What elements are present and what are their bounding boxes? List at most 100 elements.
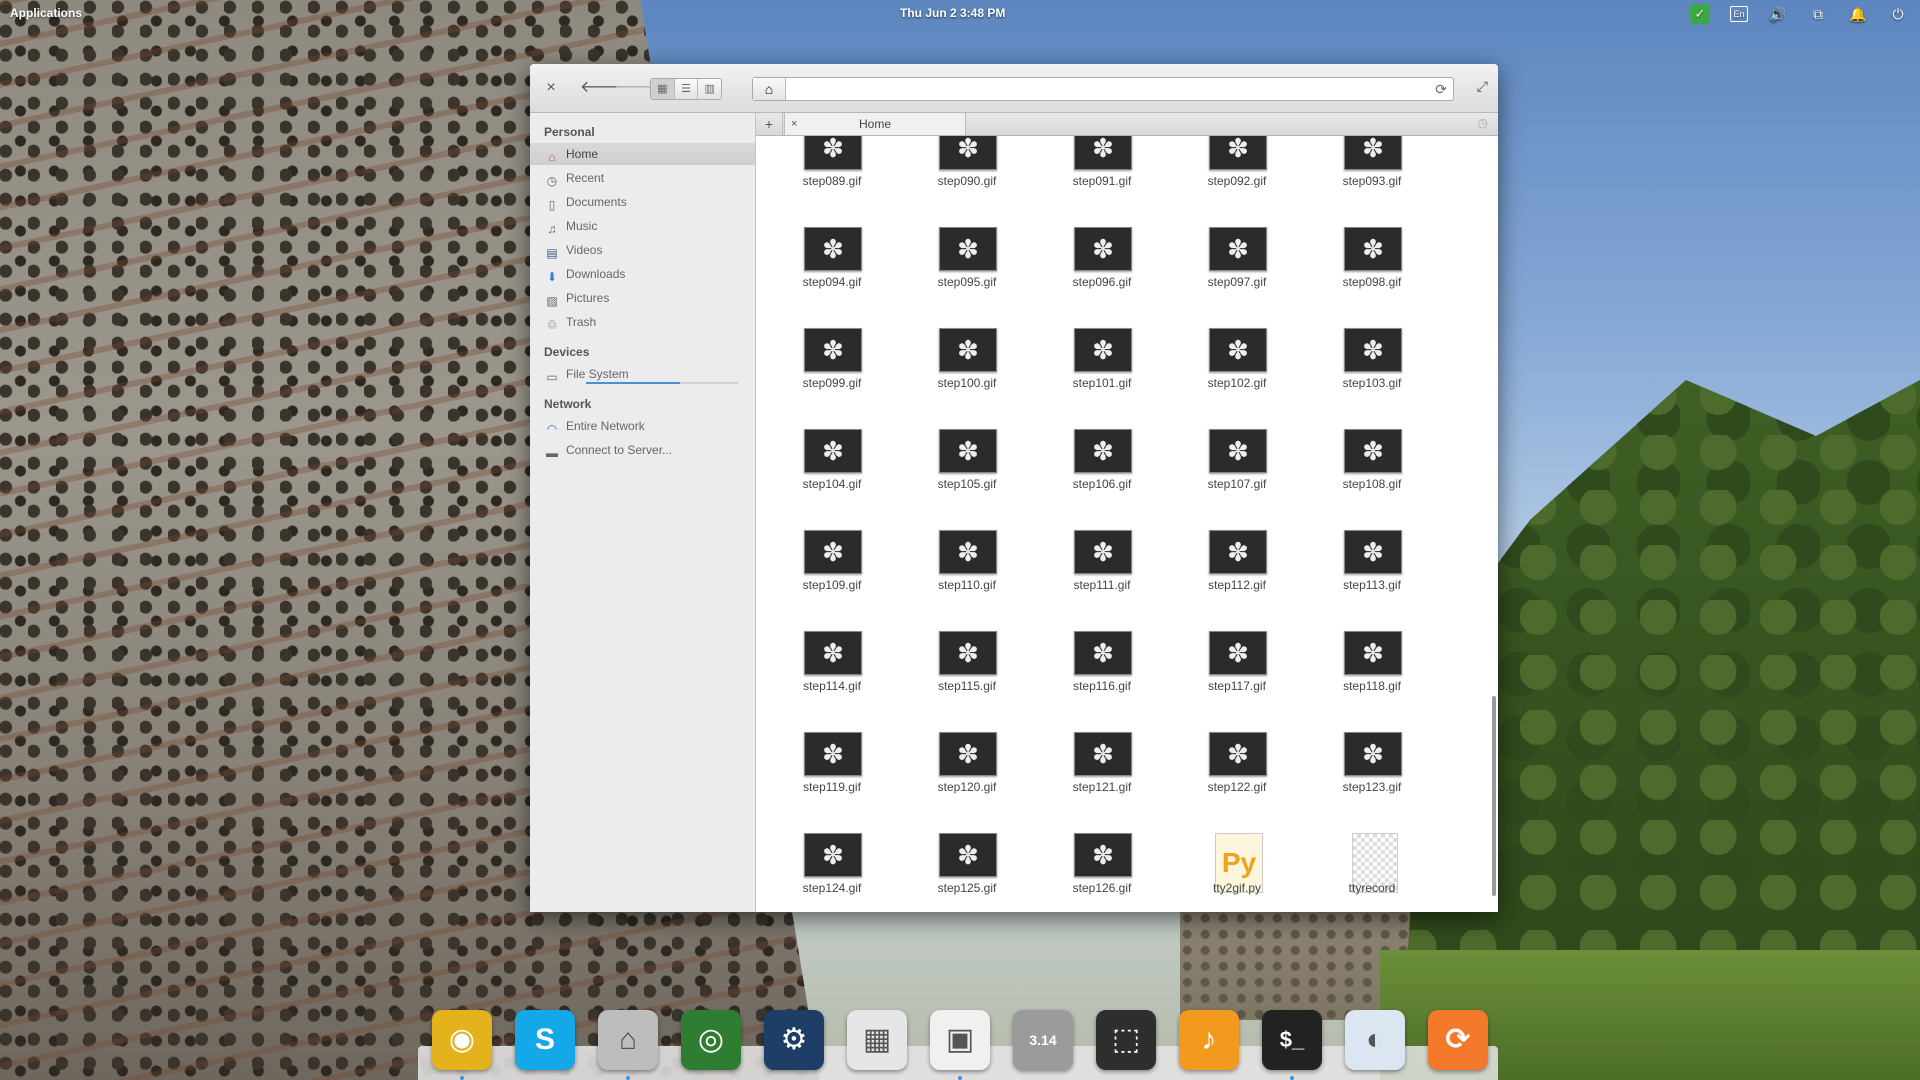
file-item[interactable]: ✽ step103.gif: [1306, 328, 1426, 428]
dock-chrome-icon[interactable]: ◉: [432, 1010, 492, 1070]
file-item[interactable]: ✽ step113.gif: [1306, 530, 1426, 630]
gif-thumbnail-icon: ✽: [804, 227, 862, 271]
file-item[interactable]: ✽ step120.gif: [901, 732, 1021, 832]
dock-files-icon[interactable]: ⌂: [598, 1010, 658, 1070]
dock-screenshot-icon[interactable]: ⬚: [1096, 1010, 1156, 1070]
file-item[interactable]: ✽ step107.gif: [1171, 429, 1291, 529]
sidebar-item-downloads[interactable]: ⬇ Downloads: [544, 263, 754, 285]
volume-icon[interactable]: 🔊: [1768, 4, 1788, 24]
gif-thumbnail-icon: ✽: [1344, 631, 1402, 675]
file-item[interactable]: ✽ step109.gif: [766, 530, 886, 630]
sidebar-item-pictures[interactable]: ▨ Pictures: [544, 287, 754, 309]
scrollbar[interactable]: [1492, 696, 1496, 896]
dock-music-icon[interactable]: ♪: [1179, 1010, 1239, 1070]
gif-thumbnail-icon: ✽: [1209, 328, 1267, 372]
view-switcher: ▦ ☰ ▥: [650, 78, 722, 100]
clock[interactable]: Thu Jun 2 3:48 PM: [900, 6, 1005, 20]
file-item[interactable]: ✽ step105.gif: [901, 429, 1021, 529]
sidebar-item-videos[interactable]: ▤ Videos: [544, 239, 754, 261]
file-name: step101.gif: [1072, 376, 1132, 390]
file-item[interactable]: ✽ step100.gif: [901, 328, 1021, 428]
file-item[interactable]: ✽ step122.gif: [1171, 732, 1291, 832]
file-item[interactable]: ✽ step117.gif: [1171, 631, 1291, 731]
trash-icon: ♲: [546, 318, 558, 332]
file-item[interactable]: ✽ step114.gif: [766, 631, 886, 731]
dock-skype-icon[interactable]: S: [515, 1010, 575, 1070]
sidebar-item-file-system[interactable]: ▭ File System: [544, 363, 754, 385]
tab-home[interactable]: × Home: [784, 113, 966, 135]
running-indicator: [958, 1076, 962, 1080]
dock-switchboard-icon[interactable]: ◐: [1345, 1010, 1405, 1070]
file-item[interactable]: ✽ step118.gif: [1306, 631, 1426, 731]
sidebar-item-trash[interactable]: ♲ Trash: [544, 311, 754, 333]
file-item[interactable]: ✽ step115.gif: [901, 631, 1021, 731]
dock-calculator-icon[interactable]: 3.14: [1013, 1010, 1073, 1070]
file-item[interactable]: ✽ step112.gif: [1171, 530, 1291, 630]
network-icon[interactable]: ⧉: [1808, 4, 1828, 24]
reload-icon[interactable]: ⟳: [1435, 78, 1447, 100]
close-window-button[interactable]: ×: [540, 78, 562, 98]
file-item[interactable]: ✽ step124.gif: [766, 833, 886, 912]
file-item[interactable]: ✽ step096.gif: [1036, 227, 1156, 327]
file-item[interactable]: ✽ step090.gif: [901, 136, 1021, 226]
file-item[interactable]: ✽ step093.gif: [1306, 136, 1426, 226]
back-button[interactable]: 🡐: [580, 78, 623, 98]
dock-steam-icon[interactable]: ⚙: [764, 1010, 824, 1070]
list-view-button[interactable]: ☰: [675, 79, 699, 99]
file-item[interactable]: ✽ step104.gif: [766, 429, 886, 529]
gif-thumbnail-icon: ✽: [1074, 631, 1132, 675]
file-item[interactable]: ✽ step108.gif: [1306, 429, 1426, 529]
file-item[interactable]: ✽ step097.gif: [1171, 227, 1291, 327]
file-item[interactable]: ttyrecord: [1306, 833, 1426, 912]
file-item[interactable]: ✽ step111.gif: [1036, 530, 1156, 630]
file-item[interactable]: ✽ step116.gif: [1036, 631, 1156, 731]
file-item[interactable]: Py tty2gif.py: [1171, 833, 1291, 912]
wifi-icon: ◠: [546, 422, 558, 436]
file-item[interactable]: ✽ step125.gif: [901, 833, 1021, 912]
disk-usage-bar: [586, 382, 738, 384]
gif-thumbnail-icon: ✽: [939, 136, 997, 170]
file-item[interactable]: ✽ step092.gif: [1171, 136, 1291, 226]
sidebar-item-home[interactable]: ⌂ Home: [530, 143, 755, 165]
file-item[interactable]: ✽ step119.gif: [766, 732, 886, 832]
sidebar-item-connect-to-server[interactable]: ▬ Connect to Server...: [544, 439, 754, 461]
file-item[interactable]: ✽ step089.gif: [766, 136, 886, 226]
clock-icon: ◷: [546, 174, 558, 188]
file-item[interactable]: ✽ step095.gif: [901, 227, 1021, 327]
sidebar-item-documents[interactable]: ▯ Documents: [544, 191, 754, 213]
notifications-icon[interactable]: 🔔: [1848, 4, 1868, 24]
file-item[interactable]: ✽ step101.gif: [1036, 328, 1156, 428]
file-item[interactable]: ✽ step121.gif: [1036, 732, 1156, 832]
forward-button[interactable]: 🡒: [614, 78, 657, 98]
file-item[interactable]: ✽ step094.gif: [766, 227, 886, 327]
dock-nvidia-icon[interactable]: ◎: [681, 1010, 741, 1070]
file-item[interactable]: ✽ step110.gif: [901, 530, 1021, 630]
dock-terminal-icon[interactable]: $_: [1262, 1010, 1322, 1070]
file-item[interactable]: ✽ step102.gif: [1171, 328, 1291, 428]
file-item[interactable]: ✽ step098.gif: [1306, 227, 1426, 327]
icon-view-button[interactable]: ▦: [651, 79, 675, 99]
file-item[interactable]: ✽ step099.gif: [766, 328, 886, 428]
column-view-button[interactable]: ▥: [698, 79, 721, 99]
history-icon[interactable]: ◷: [1478, 116, 1488, 130]
dock-spreadsheet-icon[interactable]: ▦: [847, 1010, 907, 1070]
keyboard-layout-icon[interactable]: En: [1730, 6, 1748, 22]
home-icon[interactable]: ⌂: [753, 78, 786, 100]
applications-menu[interactable]: Applications: [10, 6, 82, 20]
file-item[interactable]: ✽ step123.gif: [1306, 732, 1426, 832]
dock-update-manager-icon[interactable]: ⟳: [1428, 1010, 1488, 1070]
location-bar[interactable]: ⌂ ⟳: [752, 77, 1454, 101]
check-icon[interactable]: ✓: [1690, 4, 1710, 24]
file-item[interactable]: ✽ step106.gif: [1036, 429, 1156, 529]
new-tab-button[interactable]: +: [756, 113, 783, 135]
sidebar-item-recent[interactable]: ◷ Recent: [544, 167, 754, 189]
sidebar-item-entire-network[interactable]: ◠ Entire Network: [544, 415, 754, 437]
file-item[interactable]: ✽ step091.gif: [1036, 136, 1156, 226]
sidebar-item-music[interactable]: ♫ Music: [544, 215, 754, 237]
maximize-button[interactable]: ⤢: [1477, 78, 1488, 95]
dock-document-viewer-icon[interactable]: ▣: [930, 1010, 990, 1070]
file-item[interactable]: ✽ step126.gif: [1036, 833, 1156, 912]
power-icon[interactable]: ⏻: [1888, 4, 1908, 24]
gif-thumbnail-icon: ✽: [1344, 732, 1402, 776]
gif-thumbnail-icon: ✽: [939, 328, 997, 372]
